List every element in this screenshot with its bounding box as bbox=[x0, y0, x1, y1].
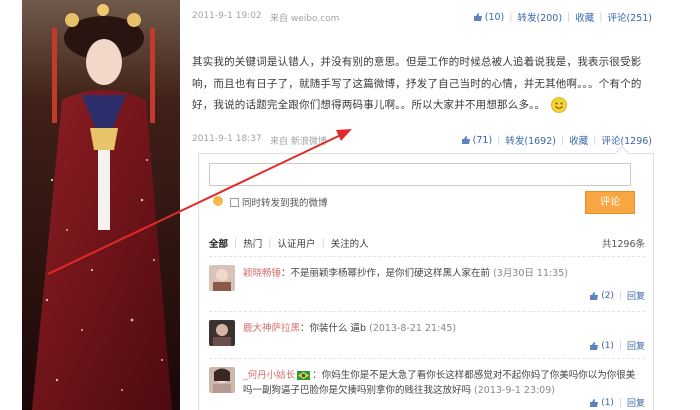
comment-input[interactable] bbox=[209, 163, 631, 186]
source-prefix: 来自 bbox=[270, 137, 289, 147]
filter-following[interactable]: 关注的人 bbox=[331, 236, 369, 250]
forward-label: 同时转发到我的微博 bbox=[242, 198, 328, 209]
post-meta-row: 2011-9-1 18:37 来自 新浪微博 (71) | 转发(1692) |… bbox=[192, 131, 652, 147]
favorite-link[interactable]: 收藏 bbox=[569, 133, 588, 147]
forward-checkbox[interactable] bbox=[230, 197, 239, 207]
repost-link[interactable]: 转发(1692) bbox=[505, 133, 556, 147]
filter-hot[interactable]: 热门 bbox=[243, 236, 262, 250]
post-content: 其实我的关键词是认错人，并没有别的意思。但是工作的时候总被人追着说我是，我表示很… bbox=[192, 52, 642, 117]
avatar[interactable] bbox=[209, 320, 235, 346]
source-link[interactable]: 新浪微博 bbox=[291, 137, 327, 147]
comment-like-count: (1) bbox=[601, 340, 614, 351]
comment-like-count: (1) bbox=[601, 397, 614, 408]
comment-username[interactable]: 颖晓畅锤 bbox=[243, 268, 281, 279]
thumbs-up-icon[interactable] bbox=[589, 291, 599, 301]
forward-option[interactable]: 同时转发到我的微博 bbox=[230, 195, 328, 209]
favorite-link[interactable]: 收藏 bbox=[575, 10, 594, 24]
comment-actions: (2) | 回复 bbox=[589, 289, 645, 302]
smiley-emoji-icon bbox=[550, 97, 567, 113]
like-count: (10) bbox=[484, 11, 505, 23]
thumbs-up-icon bbox=[461, 136, 470, 144]
avatar[interactable] bbox=[209, 265, 235, 291]
post-meta-row: 2011-9-1 19:02 来自 weibo.com (10) | 转发(20… bbox=[192, 8, 652, 24]
thumbs-up-icon[interactable] bbox=[589, 398, 599, 408]
post-time: 2011-9-1 19:02 bbox=[192, 11, 262, 21]
thumbs-up-icon[interactable] bbox=[589, 341, 599, 351]
comment-total: 共1296条 bbox=[601, 239, 645, 250]
reply-link[interactable]: 回复 bbox=[627, 396, 645, 409]
filter-verified[interactable]: 认证用户 bbox=[277, 236, 315, 250]
repost-link[interactable]: 转发(200) bbox=[517, 10, 562, 24]
like-count: (71) bbox=[472, 134, 493, 146]
avatar[interactable] bbox=[209, 367, 235, 393]
comment-actions: (1) | 回复 bbox=[589, 339, 645, 352]
comment-username[interactable]: 鹿大神萨拉黑 bbox=[243, 323, 300, 334]
emoji-picker-icon[interactable] bbox=[213, 196, 223, 206]
comment-link[interactable]: 评论(251) bbox=[607, 10, 652, 24]
comment-body: _何丹小姑长 ：你妈生你是不是大急了看你长这样都感觉对不起你妈了你美吗你以为你很美… bbox=[243, 368, 638, 398]
post-actions: (10) | 转发(200) | 收藏 | 评论(251) bbox=[473, 10, 652, 24]
post-source: 来自 weibo.com bbox=[270, 11, 339, 24]
source-prefix: 来自 bbox=[270, 14, 289, 24]
comment-item: 鹿大神萨拉黑：你装什么 逼b (2013-8-21 21:45) (1) | 回… bbox=[209, 311, 645, 358]
comment-text: ：你装什么 逼b bbox=[300, 323, 367, 334]
comment-body: 颖晓畅锤：不是丽颖李杨幂抄作，是你们硬这样黑人家在前 (3月30日 11:35) bbox=[243, 266, 638, 281]
comment-time: (2013-9-1 23:09) bbox=[474, 385, 555, 396]
comment-panel: 同时转发到我的微博 评论 全部 | 热门 | 认证用户 | 关注的人 共1296… bbox=[198, 145, 654, 410]
reply-link[interactable]: 回复 bbox=[627, 339, 645, 352]
comment-actions: (1) | 回复 bbox=[589, 396, 645, 409]
comment-username[interactable]: _何丹小姑长 bbox=[243, 370, 295, 381]
post-body-text: 其实我的关键词是认错人，并没有别的意思。但是工作的时候总被人追着说我是，我表示很… bbox=[192, 56, 642, 111]
comment-text: ：不是丽颖李杨幂抄作，是你们硬这样黑人家在前 bbox=[281, 268, 491, 279]
thumbs-up-icon bbox=[473, 13, 482, 21]
panel-caret bbox=[614, 145, 630, 161]
post-actions: (71) | 转发(1692) | 收藏 | 评论(1296) bbox=[461, 133, 652, 147]
weibo-feed: 2011-9-1 19:02 来自 weibo.com (10) | 转发(20… bbox=[188, 0, 663, 410]
comment-body: 鹿大神萨拉黑：你装什么 逼b (2013-8-21 21:45) bbox=[243, 321, 638, 336]
like-button[interactable]: (71) bbox=[461, 134, 493, 146]
comment-item: 颖晓畅锤：不是丽颖李杨幂抄作，是你们硬这样黑人家在前 (3月30日 11:35)… bbox=[209, 256, 645, 311]
source-link[interactable]: weibo.com bbox=[291, 14, 340, 24]
comment-item: _何丹小姑长 ：你妈生你是不是大急了看你长这样都感觉对不起你妈了你美吗你以为你很美… bbox=[209, 358, 645, 410]
post-time: 2011-9-1 18:37 bbox=[192, 134, 262, 144]
comment-like-count: (2) bbox=[601, 290, 614, 301]
filter-all[interactable]: 全部 bbox=[209, 236, 228, 250]
comment-filters: 全部 | 热门 | 认证用户 | 关注的人 bbox=[209, 236, 369, 251]
comment-link[interactable]: 评论(1296) bbox=[601, 133, 652, 147]
reply-link[interactable]: 回复 bbox=[627, 289, 645, 302]
post-source: 来自 新浪微博 bbox=[270, 134, 327, 147]
brazil-flag-icon bbox=[297, 371, 311, 380]
comment-time: (2013-8-21 21:45) bbox=[369, 323, 457, 334]
like-button[interactable]: (10) bbox=[473, 11, 505, 23]
submit-comment-button[interactable]: 评论 bbox=[585, 191, 635, 214]
comment-time: (3月30日 11:35) bbox=[493, 268, 569, 279]
costume-photo bbox=[22, 0, 180, 410]
